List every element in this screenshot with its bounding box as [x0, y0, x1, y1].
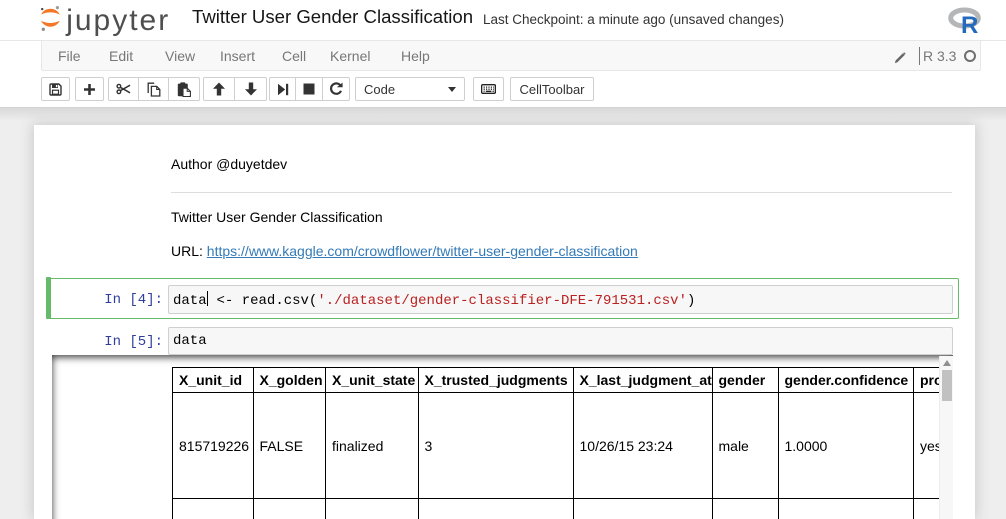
svg-text:R: R — [961, 12, 978, 35]
svg-text:jupyter: jupyter — [65, 4, 170, 37]
